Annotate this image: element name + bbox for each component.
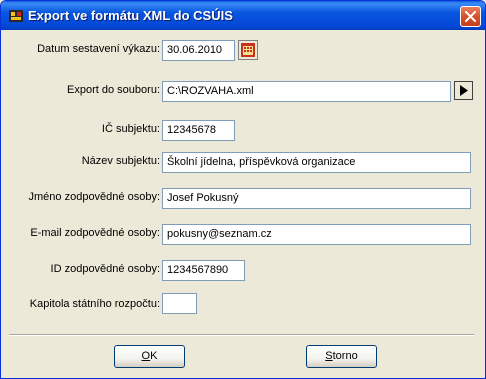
play-arrow-icon (460, 85, 468, 96)
datum-label: Datum sestavení výkazu: (37, 43, 160, 55)
browse-button[interactable] (454, 81, 473, 100)
jmeno-field[interactable]: Josef Pokusný (162, 188, 471, 209)
kapitola-field[interactable] (162, 293, 197, 314)
app-icon (9, 10, 23, 22)
export-file-field[interactable]: C:\ROZVAHA.xml (162, 81, 451, 102)
jmeno-label: Jméno zodpovědné osoby: (28, 191, 160, 203)
export-dialog: Export ve formátu XML do CSÚIS Datum ses… (0, 0, 486, 379)
calendar-icon (241, 43, 255, 57)
email-label: E-mail zodpovědné osoby: (30, 227, 160, 239)
email-field[interactable]: pokusny@seznam.cz (162, 224, 471, 245)
id-label: ID zodpovědné osoby: (50, 263, 160, 275)
dialog-body: Datum sestavení výkazu: 30.06.2010 Expor… (4, 30, 482, 376)
export-label: Export do souboru: (67, 84, 160, 96)
nazev-field[interactable]: Školní jídelna, příspěvková organizace (162, 152, 471, 173)
storno-button[interactable]: Storno (306, 345, 377, 368)
calendar-button[interactable] (238, 40, 258, 60)
kapitola-label: Kapitola státního rozpočtu: (29, 298, 160, 310)
separator (9, 334, 474, 336)
datum-field[interactable]: 30.06.2010 (162, 40, 235, 61)
nazev-label: Název subjektu: (81, 155, 160, 167)
ok-button[interactable]: OK (114, 345, 185, 368)
close-button[interactable] (460, 6, 481, 27)
title-bar[interactable]: Export ve formátu XML do CSÚIS (1, 1, 485, 30)
ic-field[interactable]: 12345678 (162, 120, 235, 141)
close-icon (465, 11, 476, 22)
id-field[interactable]: 1234567890 (162, 260, 245, 281)
window-title: Export ve formátu XML do CSÚIS (28, 8, 233, 23)
ic-label: IČ subjektu: (101, 123, 160, 135)
